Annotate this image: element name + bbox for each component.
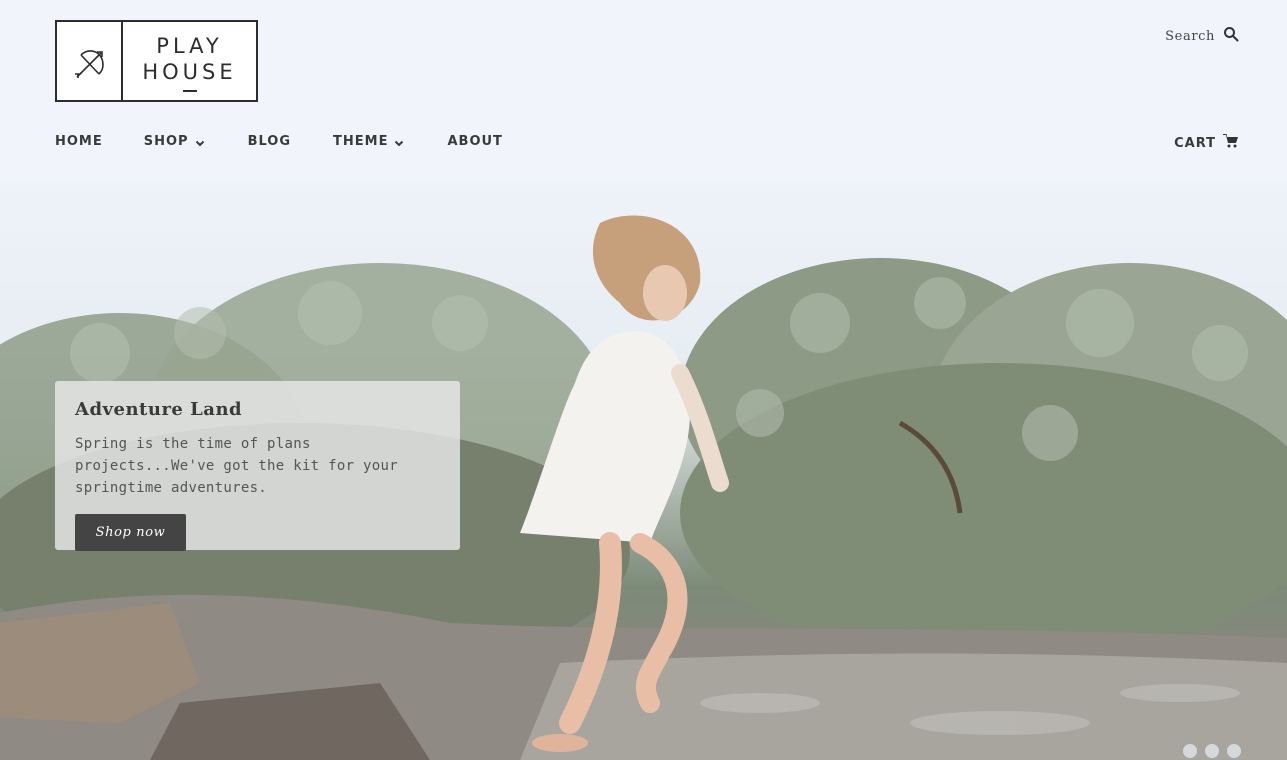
slider-dot[interactable] — [1183, 744, 1197, 758]
nav-item-label: SHOP — [143, 134, 189, 149]
search-button[interactable]: Search — [1165, 26, 1239, 46]
nav-item-label: HOME — [55, 134, 103, 149]
slider-dot[interactable] — [1227, 744, 1241, 758]
logo-dash — [182, 89, 197, 92]
slider-dot[interactable] — [1205, 744, 1219, 758]
hero-caption-card: Adventure Land Spring is the time of pla… — [55, 381, 460, 551]
hero-title: Adventure Land — [75, 399, 243, 420]
bow-and-arrow-icon — [57, 22, 123, 100]
search-label: Search — [1165, 28, 1215, 44]
slider-pagination — [1183, 744, 1241, 758]
nav-item-theme[interactable]: THEME — [333, 134, 404, 149]
search-icon — [1223, 26, 1239, 46]
logo-text: PLAY HOUSE — [123, 22, 256, 100]
nav-item-home[interactable]: HOME — [55, 134, 103, 149]
nav-item-about[interactable]: ABOUT — [447, 134, 502, 149]
nav-item-label: ABOUT — [447, 134, 503, 149]
nav-item-label: THEME — [333, 134, 389, 149]
main-nav: HOME SHOP BLOG THEME ABOUT — [55, 134, 503, 149]
chevron-down-icon — [195, 137, 205, 147]
nav-item-blog[interactable]: BLOG — [248, 134, 291, 149]
hero-slider: Adventure Land Spring is the time of pla… — [0, 183, 1287, 760]
chevron-down-icon — [394, 137, 404, 147]
nav-item-shop[interactable]: SHOP — [144, 134, 205, 149]
logo[interactable]: PLAY HOUSE — [55, 20, 258, 102]
logo-line1: PLAY — [156, 33, 223, 58]
shop-now-button[interactable]: Shop now — [75, 514, 186, 551]
site-header: PLAY HOUSE Search HOME SHOP BLOG THEME A… — [0, 0, 1287, 183]
cart-icon — [1223, 134, 1239, 152]
logo-line2: HOUSE — [142, 59, 237, 84]
cart-label: CART — [1174, 135, 1216, 151]
cart-button[interactable]: CART — [1174, 134, 1239, 152]
hero-description: Spring is the time of plans projects...W… — [75, 436, 398, 496]
nav-item-label: BLOG — [247, 134, 292, 149]
